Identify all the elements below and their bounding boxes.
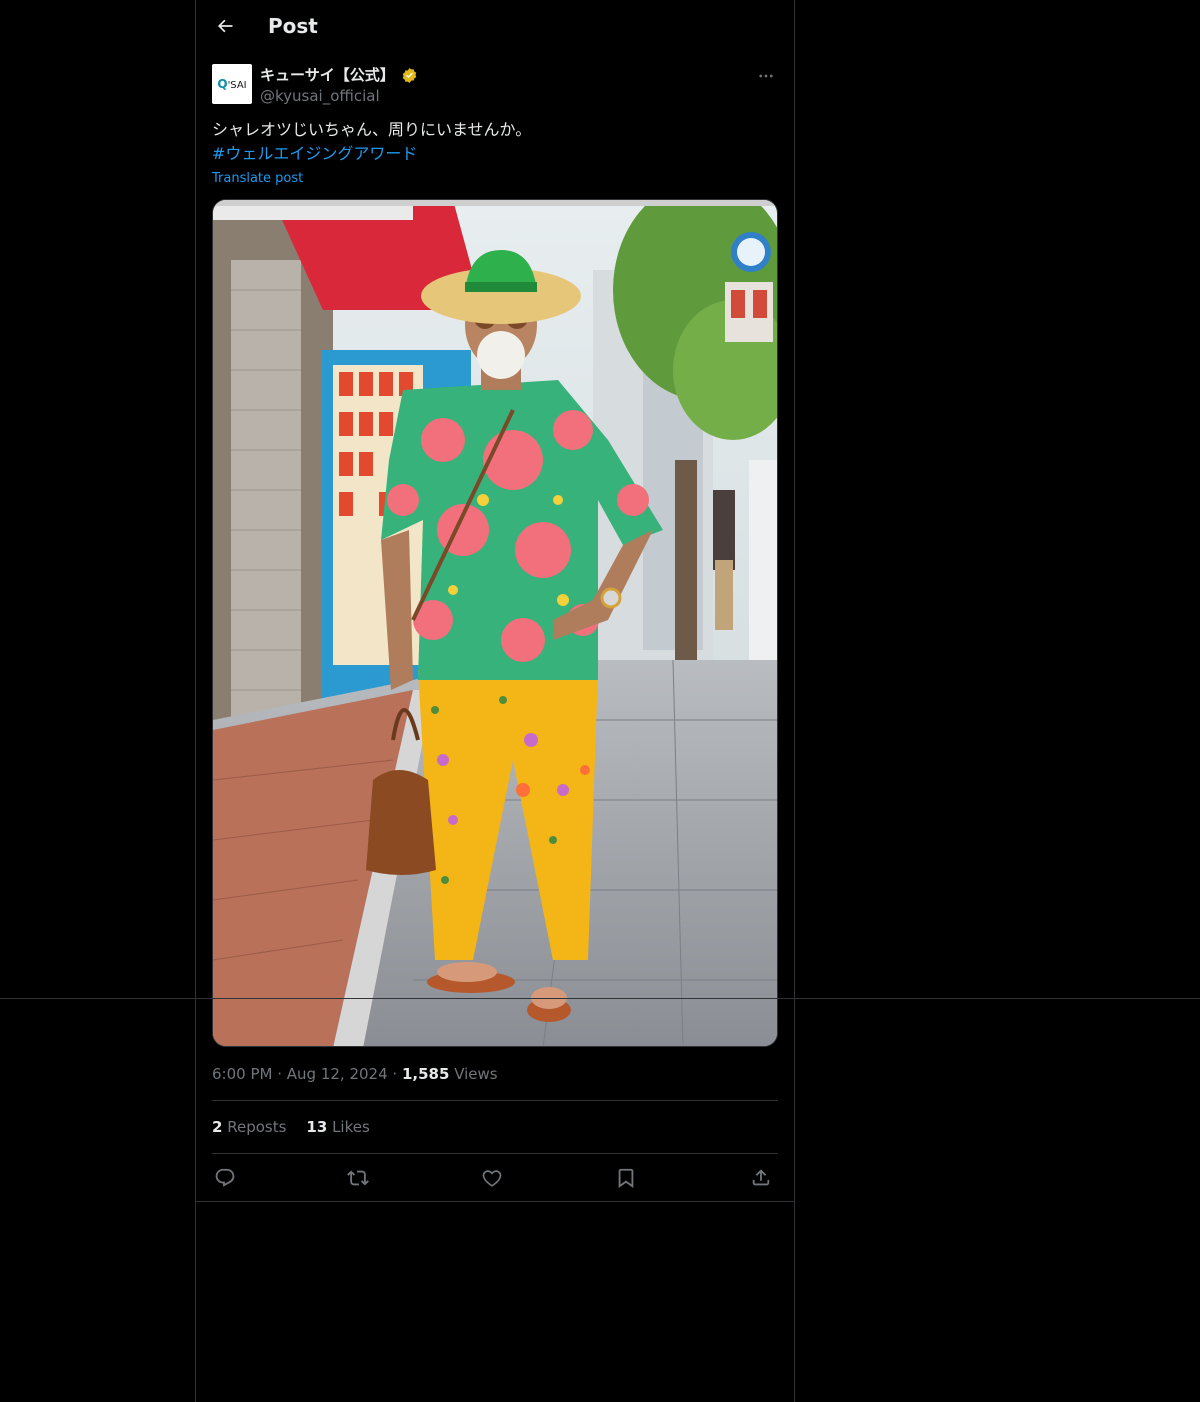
back-button[interactable] xyxy=(208,9,242,43)
post-image[interactable] xyxy=(212,199,778,1047)
post-meta: 6:00 PM · Aug 12, 2024 · 1,585 Views xyxy=(212,1064,498,1084)
engagement-stats: 2 Reposts 13 Likes xyxy=(212,1117,370,1137)
divider xyxy=(212,1153,778,1154)
author-handle[interactable]: @kyusai_official xyxy=(260,86,380,106)
avatar[interactable]: Q'SAI xyxy=(212,64,252,104)
likes-stat[interactable]: 13 Likes xyxy=(306,1117,369,1137)
post-date[interactable]: Aug 12, 2024 xyxy=(287,1065,388,1083)
street-fashion-photo xyxy=(213,200,777,1046)
translate-post-link[interactable]: Translate post xyxy=(212,170,303,188)
bookmark-button[interactable] xyxy=(613,1165,639,1191)
meta-separator: · xyxy=(392,1065,402,1083)
views-label: Views xyxy=(454,1065,498,1083)
post-text: シャレオツじいちゃん、周りにいませんか。 #ウェルエイジングアワード xyxy=(212,118,778,166)
hashtag-link[interactable]: #ウェルエイジングアワード xyxy=(212,142,778,166)
author-name-text: キューサイ【公式】 xyxy=(260,66,395,84)
divider xyxy=(196,1201,794,1202)
reply-button[interactable] xyxy=(212,1165,238,1191)
author-display-name[interactable]: キューサイ【公式】 xyxy=(260,65,418,85)
meta-separator: · xyxy=(277,1065,287,1083)
arrow-left-icon xyxy=(218,19,233,33)
page-title: Post xyxy=(268,14,318,38)
repost-icon xyxy=(347,1170,369,1186)
reply-icon xyxy=(215,1168,235,1187)
views-count: 1,585 xyxy=(401,1065,450,1083)
action-bar xyxy=(212,1162,778,1192)
top-bar: Post xyxy=(196,0,794,53)
verified-badge-icon[interactable] xyxy=(401,67,418,84)
more-horizontal-icon xyxy=(759,74,773,78)
share-button[interactable] xyxy=(748,1165,774,1191)
post-column: Post Q'SAI キューサイ【公式】 @kyusai_official シャ… xyxy=(195,0,795,1402)
author-row: Q'SAI キューサイ【公式】 @kyusai_official xyxy=(212,64,778,108)
bookmark-icon xyxy=(618,1168,634,1188)
post-body: シャレオツじいちゃん、周りにいませんか。 xyxy=(212,120,532,139)
heart-icon xyxy=(482,1170,502,1187)
reposts-stat[interactable]: 2 Reposts xyxy=(212,1117,286,1137)
like-button[interactable] xyxy=(479,1165,505,1191)
horizontal-separator xyxy=(0,998,1200,999)
likes-count: 13 xyxy=(306,1118,328,1136)
repost-button[interactable] xyxy=(345,1165,371,1191)
likes-label: Likes xyxy=(332,1118,370,1136)
reposts-label: Reposts xyxy=(227,1118,287,1136)
divider xyxy=(212,1100,778,1101)
reposts-count: 2 xyxy=(212,1118,223,1136)
more-button[interactable] xyxy=(754,64,778,88)
post-time[interactable]: 6:00 PM xyxy=(212,1065,272,1083)
avatar-logo: Q'SAI xyxy=(217,77,247,91)
share-icon xyxy=(752,1169,770,1186)
